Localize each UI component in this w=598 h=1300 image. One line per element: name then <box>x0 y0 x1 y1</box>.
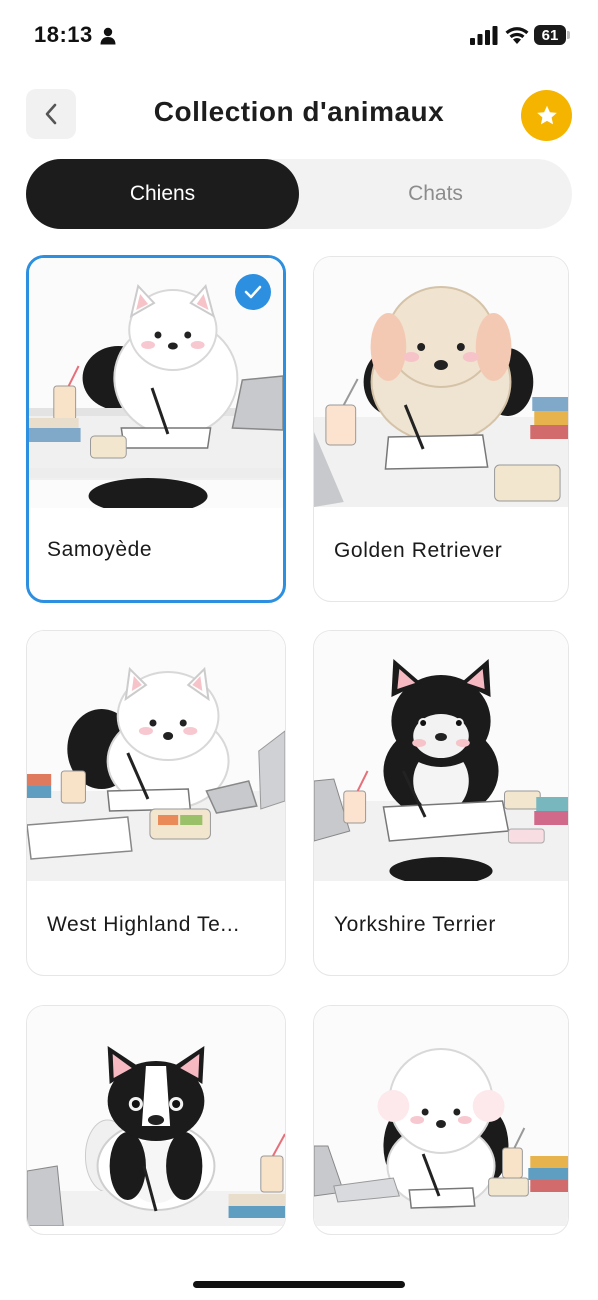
breed-card[interactable]: Golden Retriever <box>313 256 569 602</box>
status-time: 18:13 <box>34 22 93 47</box>
cellular-signal-icon <box>470 26 498 45</box>
breed-card[interactable]: Samoyède <box>26 255 286 603</box>
favorites-button[interactable] <box>521 90 572 141</box>
breed-name: Yorkshire Terrier <box>334 913 496 936</box>
breed-image <box>314 257 568 507</box>
breed-card[interactable] <box>313 1005 569 1235</box>
breed-card[interactable]: West Highland Te... <box>26 630 286 976</box>
page-title: Collection d'animaux <box>153 96 445 127</box>
breed-image <box>314 1006 568 1226</box>
breed-image <box>27 1006 285 1226</box>
breed-image <box>27 631 285 881</box>
breed-name: West Highland Te... <box>47 913 240 936</box>
tab-dogs[interactable]: Chiens <box>26 159 299 229</box>
battery-icon: 61 <box>534 25 572 47</box>
breed-card[interactable] <box>26 1005 286 1235</box>
home-indicator[interactable] <box>193 1281 405 1288</box>
status-bar: 18:13 61 <box>0 0 598 72</box>
back-button[interactable] <box>26 89 76 139</box>
star-icon <box>536 105 557 124</box>
breed-name: Golden Retriever <box>334 539 503 562</box>
breed-card[interactable]: Yorkshire Terrier <box>313 630 569 976</box>
breed-name: Samoyède <box>47 538 153 561</box>
tab-cats[interactable]: Chats <box>299 159 572 229</box>
animal-type-tabs: Chiens Chats <box>26 159 572 229</box>
wifi-icon <box>505 27 529 44</box>
person-icon <box>100 27 116 45</box>
breed-image <box>314 631 568 881</box>
chevron-left-icon <box>45 103 57 125</box>
battery-level: 61 <box>534 25 566 45</box>
selected-check-icon <box>235 274 271 310</box>
